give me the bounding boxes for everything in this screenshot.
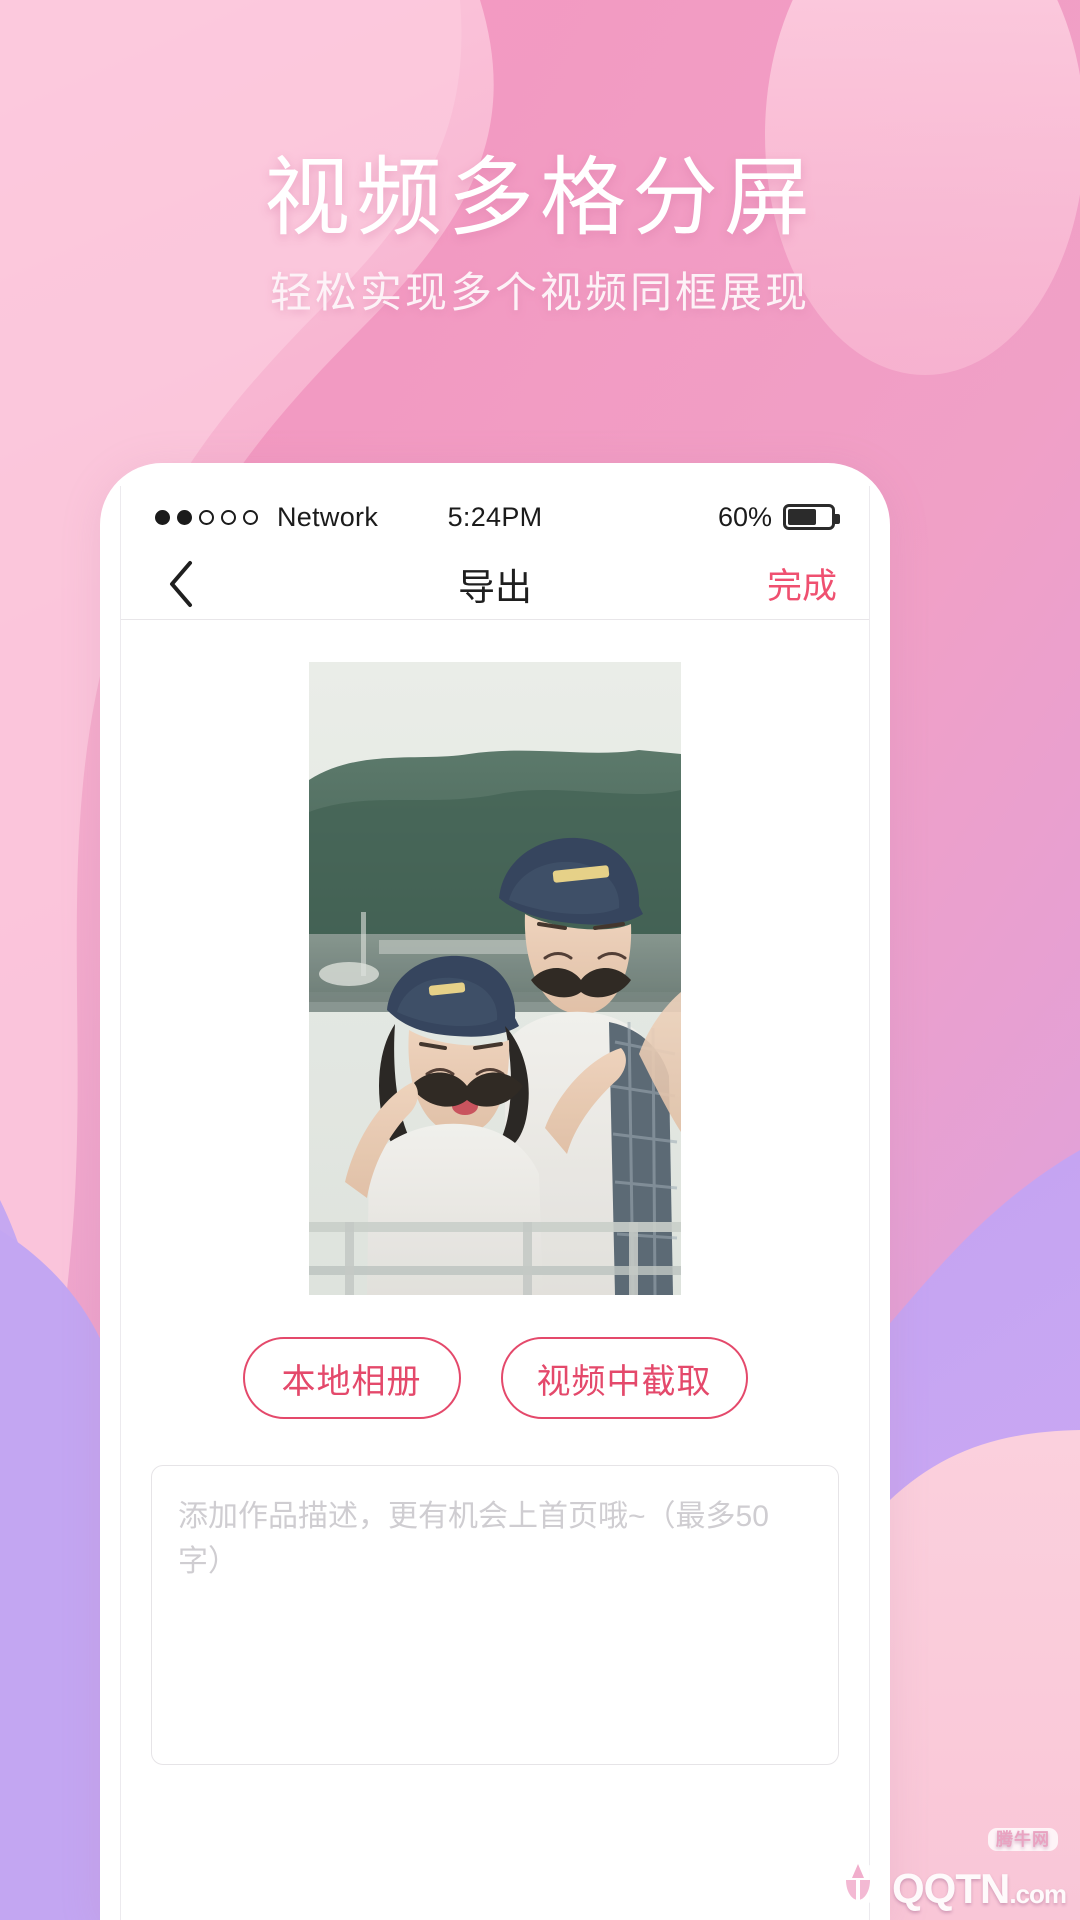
watermark-text: QQTN.com 腾牛网: [891, 1828, 1067, 1912]
done-button[interactable]: 完成: [767, 558, 837, 609]
site-watermark: QQTN.com 腾牛网: [830, 1828, 1067, 1912]
signal-dot-empty: [243, 509, 258, 525]
back-button[interactable]: [153, 556, 209, 612]
signal-dot-filled: [155, 509, 170, 525]
status-bar-clock: 5:24PM: [447, 501, 543, 532]
watermark-name: QQTN: [891, 1865, 1010, 1912]
local-album-button[interactable]: 本地相册: [242, 1337, 461, 1419]
preview-area: [121, 620, 869, 1295]
status-bar-right: 60%: [542, 501, 841, 533]
promo-banner: 视频多格分屏 轻松实现多个视频同框展现: [0, 150, 1080, 319]
phone-mockup: Network 5:24PM 60% 导出 完成 本地相册 视频中截取 添加作品…: [100, 463, 890, 1920]
watermark-domain: .com: [1009, 1879, 1067, 1909]
chevron-left-icon: [166, 559, 196, 609]
page-title: 导出: [458, 566, 532, 608]
photo-preview[interactable]: [309, 662, 681, 1295]
promo-subtitle: 轻松实现多个视频同框展现: [269, 269, 810, 317]
signal-strength-icon: [155, 509, 258, 525]
source-button-row: 本地相册 视频中截取: [121, 1337, 869, 1419]
signal-dot-empty: [199, 509, 214, 525]
signal-dot-filled: [177, 509, 192, 525]
status-bar-left: Network: [155, 502, 448, 533]
battery-percent-label: 60%: [717, 501, 773, 532]
navigation-bar: 导出 完成: [121, 548, 869, 620]
phone-screen: Network 5:24PM 60% 导出 完成 本地相册 视频中截取 添加作品…: [120, 486, 870, 1920]
carrier-label: Network: [277, 501, 379, 532]
description-area: [121, 1419, 869, 1770]
description-input[interactable]: [151, 1465, 839, 1765]
signal-dot-empty: [221, 509, 236, 525]
promo-title: 视频多格分屏: [264, 150, 816, 246]
capture-from-video-button[interactable]: 视频中截取: [500, 1337, 748, 1419]
watermark-badge: 腾牛网: [988, 1828, 1058, 1851]
qqtn-logo-icon: [830, 1854, 886, 1910]
battery-icon: [783, 504, 841, 530]
status-bar: Network 5:24PM 60%: [121, 486, 869, 548]
